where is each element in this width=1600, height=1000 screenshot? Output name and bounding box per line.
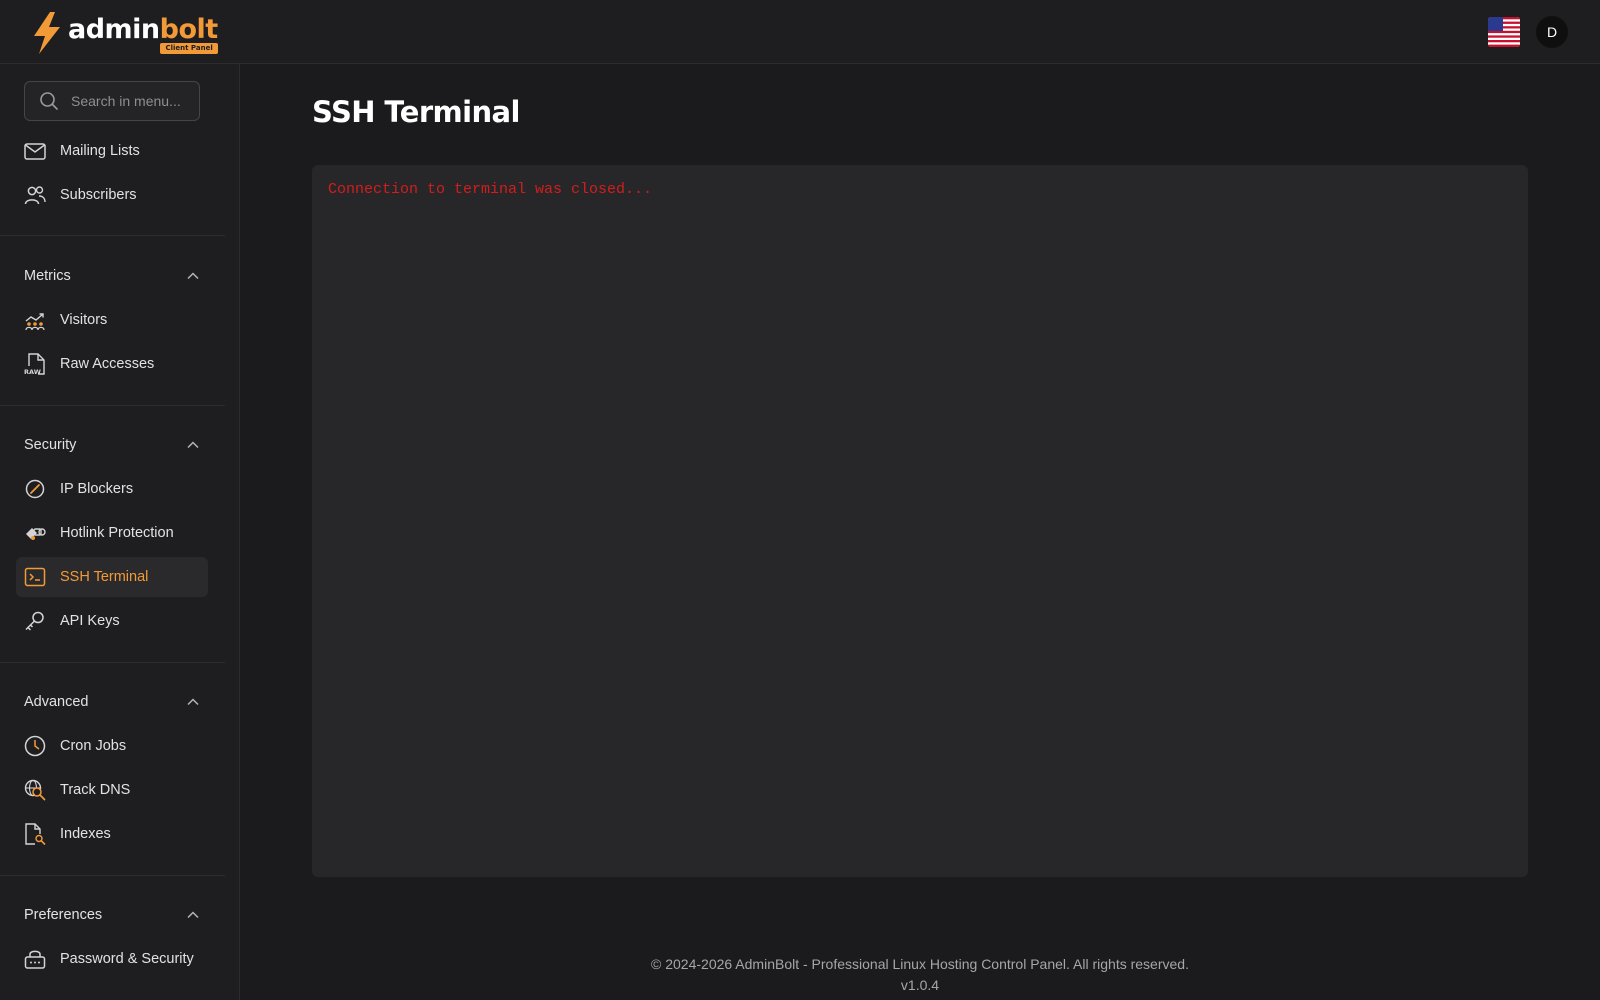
section-title: Metrics [24,268,71,284]
block-icon [25,479,45,499]
logo-badge: Client Panel [160,43,218,54]
sidebar-item-label: Visitors [60,312,108,328]
sidebar-divider [0,662,225,663]
sidebar-item-label: Track DNS [60,782,131,798]
sidebar-item-indexes[interactable]: Indexes [16,814,208,854]
us-flag-icon[interactable] [1488,16,1520,48]
logo-wordmark: adminbolt Client Panel [68,14,219,54]
sidebar-item-label: Password & Security [60,951,194,967]
chevron-up-icon [187,911,199,919]
sidebar-item-cron-jobs[interactable]: Cron Jobs [16,726,208,766]
terminal-icon [24,567,46,587]
hotlink-icon [26,528,46,540]
chevron-up-icon [187,698,199,706]
top-bar: adminbolt Client Panel D [0,0,1600,64]
page-title: SSH Terminal [312,95,520,129]
logo-word-main: admin [68,14,160,45]
sidebar-item-password-security[interactable]: Password & Security [16,939,208,979]
section-title: Security [24,437,77,453]
users-icon [24,186,46,205]
mail-icon [24,143,46,160]
section-toggle-advanced[interactable]: Advanced [24,692,200,712]
sidebar-item-label: Subscribers [60,187,137,203]
sidebar-item-raw-accesses[interactable]: RAW Raw Accesses [16,344,208,384]
svg-text:RAW: RAW [24,368,41,375]
sidebar-item-hotlink-protection[interactable]: Hotlink Protection [16,513,208,553]
file-search-icon [25,823,46,845]
dns-search-icon [24,779,46,801]
ssh-terminal-window[interactable]: Connection to terminal was closed... [312,165,1528,877]
user-avatar[interactable]: D [1536,16,1568,48]
sidebar-divider [0,405,225,406]
sidebar-item-label: Mailing Lists [60,143,140,159]
section-toggle-preferences[interactable]: Preferences [24,905,200,925]
sidebar-item-mailing-lists[interactable]: Mailing Lists [16,131,208,171]
chevron-up-icon [187,272,199,280]
key-icon [25,611,44,631]
sidebar-divider [0,235,225,236]
sidebar-divider [0,875,225,876]
section-title: Preferences [24,907,103,923]
sidebar-item-ip-blockers[interactable]: IP Blockers [16,469,208,509]
footer-copyright: © 2024-2026 AdminBolt - Professional Lin… [651,956,1189,972]
sidebar-item-label: Indexes [60,826,111,842]
logo-word-accent: bolt [159,14,219,45]
sidebar-item-track-dns[interactable]: Track DNS [16,770,208,810]
terminal-status-message: Connection to terminal was closed... [328,181,653,198]
clock-icon [24,735,46,757]
raw-file-icon: RAW [24,353,45,375]
section-toggle-metrics[interactable]: Metrics [24,266,200,286]
sidebar-item-label: Cron Jobs [60,738,127,754]
chevron-up-icon [187,441,199,449]
adminbolt-logo[interactable]: adminbolt Client Panel [30,12,218,54]
sidebar-item-label: SSH Terminal [60,569,149,585]
sidebar-item-visitors[interactable]: Visitors [16,300,208,340]
sidebar-item-label: IP Blockers [60,481,134,497]
sidebar-item-subscribers[interactable]: Subscribers [16,175,208,215]
section-toggle-security[interactable]: Security [24,435,200,455]
sidebar-item-label: API Keys [60,613,120,629]
section-title: Advanced [24,694,89,710]
visitors-chart-icon [25,313,45,331]
search-input[interactable] [71,93,191,109]
search-icon [40,92,58,110]
menu-search[interactable] [24,81,200,121]
lock-icon [24,950,46,969]
sidebar-item-label: Hotlink Protection [60,525,174,541]
bolt-icon [34,12,60,54]
footer-version: v1.0.4 [900,977,940,993]
sidebar-item-label: Raw Accesses [60,356,155,372]
sidebar-item-ssh-terminal[interactable]: SSH Terminal [16,557,208,597]
sidebar-item-api-keys[interactable]: API Keys [16,601,208,641]
sidebar: Mailing Lists Subscribers Metrics Visito… [0,64,240,1000]
